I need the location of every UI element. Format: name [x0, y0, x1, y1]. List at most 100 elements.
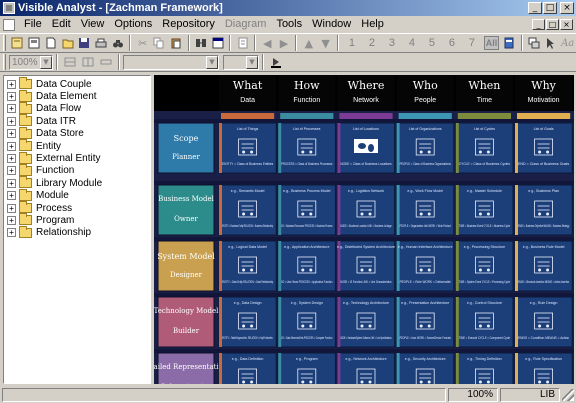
- cell-heading: e.g., Logistics Network: [348, 189, 384, 193]
- fill-color-icon[interactable]: [267, 54, 285, 71]
- model-node: [250, 324, 254, 328]
- tree-item[interactable]: + Module: [4, 188, 150, 202]
- level-6-button[interactable]: 6: [442, 35, 462, 52]
- tree-item[interactable]: + Data Couple: [4, 77, 150, 90]
- expand-icon[interactable]: +: [7, 154, 16, 164]
- help-book-icon[interactable]: [501, 35, 518, 52]
- menu-options[interactable]: Options: [109, 17, 157, 32]
- arrow-right-icon[interactable]: ▶: [276, 35, 293, 52]
- model-node: [486, 380, 490, 384]
- app-icon[interactable]: [3, 2, 15, 14]
- menu-window[interactable]: Window: [307, 17, 356, 32]
- tree-item[interactable]: + Entity: [4, 139, 150, 152]
- expand-icon[interactable]: +: [7, 228, 16, 238]
- cell-footer: PEOPLE = Organization Unit WORK = Work P…: [400, 224, 451, 228]
- expand-icon[interactable]: +: [7, 203, 16, 213]
- menu-tools[interactable]: Tools: [271, 17, 307, 32]
- level-all-button[interactable]: All: [483, 36, 499, 50]
- save-icon[interactable]: [76, 35, 93, 52]
- main-toolbar: ✂ ◀ ▶ ▲ ▼ 1234567 All Aa: [0, 33, 576, 53]
- close-button[interactable]: ×: [560, 2, 574, 14]
- repository-tree[interactable]: + Data Couple + Data Element + Data Flow + Data…: [3, 75, 151, 384]
- layout-icon[interactable]: [526, 35, 543, 52]
- paste-icon[interactable]: [168, 35, 185, 52]
- menu-repository[interactable]: Repository: [157, 17, 220, 32]
- expand-icon[interactable]: +: [7, 79, 16, 89]
- chevron-down-icon[interactable]: ▼: [246, 55, 258, 69]
- menu-file[interactable]: File: [19, 17, 47, 32]
- menu-view[interactable]: View: [76, 17, 110, 32]
- maximize-button[interactable]: □: [543, 2, 557, 14]
- toolbar-separator: [336, 35, 339, 51]
- properties-icon[interactable]: [234, 35, 251, 52]
- folder-icon: [19, 89, 32, 102]
- model-node: [419, 150, 423, 154]
- expand-icon[interactable]: +: [7, 166, 16, 176]
- binoculars-icon[interactable]: [110, 35, 127, 52]
- chevron-down-icon[interactable]: ▼: [206, 55, 218, 69]
- tree-item[interactable]: + Process: [4, 201, 150, 214]
- ruler-icon[interactable]: [97, 54, 115, 71]
- open-folder-icon[interactable]: [59, 35, 76, 52]
- arrow-left-icon[interactable]: ◀: [259, 35, 276, 52]
- tree-item[interactable]: + Function: [4, 163, 150, 177]
- cell-heading: e.g., Business Plan: [528, 189, 559, 193]
- level-2-button[interactable]: 2: [362, 35, 382, 52]
- expand-icon[interactable]: +: [7, 129, 16, 139]
- menu-diagram[interactable]: Diagram: [220, 17, 272, 32]
- row-role: Subcontractor: [160, 383, 212, 384]
- tree-item[interactable]: + Data Element: [4, 89, 150, 102]
- level-4-button[interactable]: 4: [402, 35, 422, 52]
- arrow-up-icon[interactable]: ▲: [300, 35, 317, 52]
- tree-item[interactable]: + External Entity: [4, 151, 150, 164]
- resize-grip[interactable]: [562, 388, 574, 401]
- expand-icon[interactable]: +: [7, 141, 16, 151]
- repository-icon[interactable]: [9, 35, 26, 52]
- new-diagram-icon[interactable]: [26, 35, 43, 52]
- level-5-button[interactable]: 5: [422, 35, 442, 52]
- minimize-button[interactable]: _: [528, 2, 542, 14]
- tree-item[interactable]: + Data Flow: [4, 101, 150, 115]
- text-style-icon[interactable]: Aa: [559, 35, 576, 52]
- level-3-button[interactable]: 3: [382, 35, 402, 52]
- toolbar-grip[interactable]: [3, 35, 6, 51]
- grid-icon[interactable]: [61, 54, 79, 71]
- zachman-framework-diagram[interactable]: What Data How Function Where Network Who People…: [154, 75, 574, 384]
- table-icon[interactable]: [79, 54, 97, 71]
- level-1-button[interactable]: 1: [342, 35, 362, 52]
- expand-icon[interactable]: +: [7, 92, 16, 102]
- continent-shape: [368, 144, 374, 152]
- menu-help[interactable]: Help: [356, 17, 389, 32]
- zoom-combo[interactable]: 100% ▼: [9, 54, 53, 70]
- window-icon[interactable]: [209, 35, 226, 52]
- document-icon[interactable]: [3, 18, 15, 31]
- model-node: [427, 324, 431, 328]
- menu-edit[interactable]: Edit: [47, 17, 76, 32]
- doc-minimize-button[interactable]: _: [532, 19, 545, 30]
- expand-icon[interactable]: +: [7, 215, 16, 225]
- pointer-icon[interactable]: [543, 35, 560, 52]
- tree-item[interactable]: + Data Store: [4, 126, 150, 140]
- chevron-down-icon[interactable]: ▼: [40, 55, 52, 69]
- cut-icon[interactable]: ✂: [134, 35, 151, 52]
- tree-item[interactable]: + Library Module: [4, 176, 150, 189]
- doc-close-button[interactable]: ×: [560, 19, 573, 30]
- expand-icon[interactable]: +: [7, 116, 16, 126]
- tree-item[interactable]: + Relationship: [4, 225, 150, 239]
- expand-icon[interactable]: +: [7, 104, 16, 114]
- expand-icon[interactable]: +: [7, 178, 16, 188]
- new-file-icon[interactable]: [42, 35, 59, 52]
- diagram-nav-icon[interactable]: [193, 35, 210, 52]
- toolbar-grip[interactable]: [3, 54, 6, 70]
- font-combo[interactable]: ▼: [123, 54, 219, 70]
- tree-item[interactable]: + Data ITR: [4, 114, 150, 127]
- size-combo[interactable]: ▼: [223, 54, 259, 70]
- arrow-down-icon[interactable]: ▼: [317, 35, 334, 52]
- doc-restore-button[interactable]: □: [546, 19, 559, 30]
- tree-item[interactable]: + Program: [4, 213, 150, 226]
- expand-icon[interactable]: +: [7, 191, 16, 201]
- row-title: Business Model: [158, 195, 215, 203]
- print-icon[interactable]: [93, 35, 110, 52]
- level-7-button[interactable]: 7: [462, 35, 482, 52]
- copy-icon[interactable]: [151, 35, 168, 52]
